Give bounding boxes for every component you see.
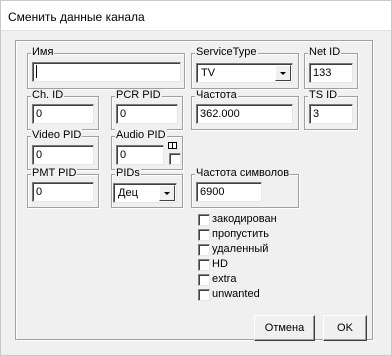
pmt-pid-input[interactable]: 0 [32,182,94,202]
extra-checkbox[interactable] [198,274,210,286]
dialog-window: Сменить данные канала Имя ServiceType TV… [0,0,392,356]
pids-select[interactable]: Дец [113,183,177,203]
net-id-input[interactable]: 133 [309,63,353,83]
pids-label: PIDs [115,167,141,180]
ok-button[interactable]: OK [323,315,367,341]
chevron-down-icon [164,191,170,195]
frequency-label: Частота [195,89,238,102]
service-type-value: TV [201,67,216,79]
pmt-pid-value: 0 [36,186,43,198]
audio-pid-input[interactable]: 0 [116,145,164,165]
hd-checkbox[interactable] [198,259,210,271]
scrambled-checkbox[interactable] [198,214,210,226]
video-pid-value: 0 [36,149,43,161]
pcr-pid-input[interactable]: 0 [116,104,178,124]
service-type-select[interactable]: TV [196,63,293,83]
extra-label: extra [212,273,237,285]
video-pid-input[interactable]: 0 [32,145,94,165]
deleted-label: удаленный [212,243,269,255]
symbol-rate-input[interactable]: 6900 [196,182,262,202]
net-id-value: 133 [313,67,332,79]
net-id-label: Net ID [308,46,342,59]
cancel-button[interactable]: Отмена [254,315,315,341]
window-title: Сменить данные канала [8,10,145,24]
pmt-pid-label: PMT PID [31,167,78,180]
skip-checkbox[interactable] [198,229,210,241]
title-bar[interactable]: Сменить данные канала [1,1,391,31]
dialog-client-area: Имя ServiceType TV Net ID 133 Ch. ID 0 P… [7,31,385,351]
name-label: Имя [31,46,55,59]
service-type-label: ServiceType [195,46,258,59]
audio-tracks-icon[interactable] [168,142,177,149]
ts-id-value: 3 [313,108,320,120]
chevron-down-icon [280,71,286,75]
ch-id-input[interactable]: 0 [32,104,94,124]
symbol-rate-value: 6900 [200,186,225,198]
scrambled-label: закодирован [212,213,277,225]
unwanted-checkbox[interactable] [198,289,210,301]
audio-pid-label: Audio PID [115,129,167,142]
service-type-dropdown-button[interactable] [275,65,291,81]
text-caret [36,64,37,78]
audio-pid-value: 0 [120,149,127,161]
frequency-value: 362.000 [200,108,240,120]
pcr-pid-value: 0 [120,108,127,120]
name-input[interactable] [32,62,181,82]
skip-label: пропустить [212,228,269,240]
pids-value: Дец [118,187,138,199]
hd-label: HD [212,258,228,270]
unwanted-label: unwanted [212,288,260,300]
ch-id-label: Ch. ID [31,89,65,102]
symbol-rate-label: Частота символов [195,167,291,180]
ts-id-input[interactable]: 3 [309,104,353,124]
pids-dropdown-button[interactable] [159,185,175,201]
ch-id-value: 0 [36,108,43,120]
frequency-input[interactable]: 362.000 [196,104,293,124]
audio-pid-checkbox[interactable] [169,153,181,165]
deleted-checkbox[interactable] [198,244,210,256]
video-pid-label: Video PID [31,129,83,142]
pcr-pid-label: PCR PID [115,89,162,102]
ts-id-label: TS ID [308,89,339,102]
